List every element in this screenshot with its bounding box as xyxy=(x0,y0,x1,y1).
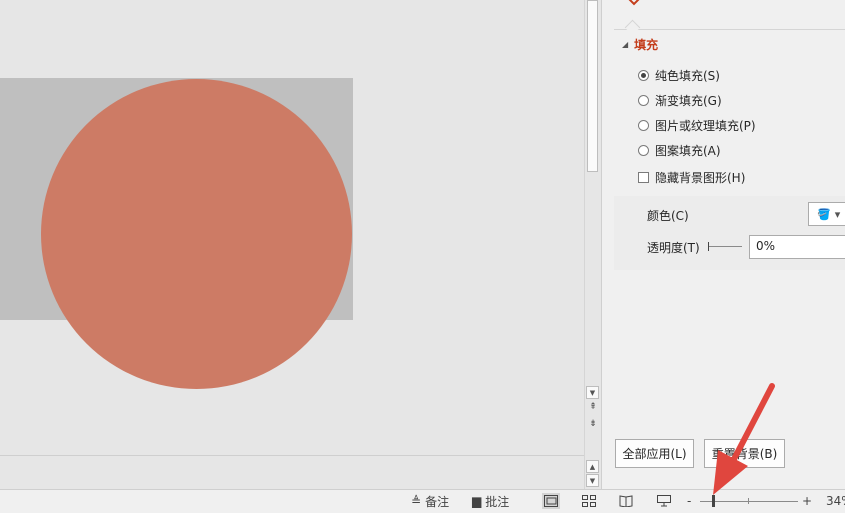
chevron-down-icon: ▾ xyxy=(834,207,841,221)
collapse-triangle-icon: ◢ xyxy=(622,40,629,49)
apply-to-all-button[interactable]: 全部应用(L) xyxy=(615,439,694,468)
transparency-slider[interactable] xyxy=(708,246,742,247)
slide-sorter-view-button[interactable] xyxy=(580,493,598,509)
slide-sorter-icon xyxy=(582,495,596,507)
fill-section-title: 填充 xyxy=(634,38,659,52)
slide-canvas-area[interactable] xyxy=(0,0,584,455)
vertical-scrollbar[interactable]: ▼ ⇞ ⇟ ▲ ▼ xyxy=(584,0,601,489)
scrollbar-thumb[interactable] xyxy=(587,0,598,172)
reading-view-icon xyxy=(619,495,633,507)
fill-bucket-tab-icon[interactable] xyxy=(622,0,646,12)
zoom-level-text: 34% xyxy=(826,494,845,508)
fill-option-label: 图案填充(A) xyxy=(655,144,721,158)
zoom-plus-label: + xyxy=(802,494,813,508)
zoom-level[interactable]: 34% xyxy=(826,492,845,510)
previous-slide-icon[interactable]: ⇞ xyxy=(587,400,599,414)
comments-label: 批注 xyxy=(485,494,510,509)
paint-bucket-icon: 🪣 xyxy=(817,207,831,221)
fill-option-picture[interactable]: 图片或纹理填充(P) xyxy=(638,117,756,134)
status-bar: ≜ 备注 ▆ 批注 - + 34% xyxy=(0,489,845,513)
hide-bg-graphics-checkbox[interactable] xyxy=(638,172,649,183)
comments-toggle-button[interactable]: ▆ 批注 xyxy=(472,492,509,510)
scroll-down-button[interactable]: ▼ xyxy=(586,386,599,399)
hide-background-graphics[interactable]: 隐藏背景图形(H) xyxy=(638,169,745,186)
notes-scroll-up-button[interactable]: ▲ xyxy=(586,460,599,473)
zoom-minus-label: - xyxy=(687,494,692,508)
slideshow-icon xyxy=(657,495,671,507)
notes-scroll-down-button[interactable]: ▼ xyxy=(586,474,599,487)
radio-pattern-fill[interactable] xyxy=(638,145,649,156)
fill-option-label: 纯色填充(S) xyxy=(655,69,720,83)
fill-option-label: 渐变填充(G) xyxy=(655,94,722,108)
transparency-slider-thumb[interactable] xyxy=(708,242,709,251)
circle-shape[interactable] xyxy=(41,79,352,389)
notes-label: 备注 xyxy=(425,494,450,509)
normal-view-icon xyxy=(544,495,558,507)
slideshow-view-button[interactable] xyxy=(655,493,673,509)
comment-icon: ▆ xyxy=(472,494,482,508)
format-background-pane: ◢ 填充 纯色填充(S) 渐变填充(G) 图片或纹理填充(P) 图案填充(A) … xyxy=(601,0,845,489)
hide-bg-graphics-label: 隐藏背景图形(H) xyxy=(655,171,746,185)
fill-option-gradient[interactable]: 渐变填充(G) xyxy=(638,92,722,109)
fill-option-pattern[interactable]: 图案填充(A) xyxy=(638,142,721,159)
color-label: 颜色(C) xyxy=(647,209,689,223)
radio-picture-fill[interactable] xyxy=(638,120,649,131)
zoom-in-button[interactable]: + xyxy=(802,492,812,510)
color-picker-button[interactable]: 🪣 ▾ xyxy=(808,202,845,226)
fill-option-solid[interactable]: 纯色填充(S) xyxy=(638,67,720,84)
notes-toggle-button[interactable]: ≜ 备注 xyxy=(411,492,449,510)
pane-tab-separator xyxy=(614,29,845,30)
zoom-slider-center-mark xyxy=(748,498,749,504)
reset-background-button[interactable]: 重置背景(B) xyxy=(704,439,785,468)
notes-icon: ≜ xyxy=(411,494,422,508)
fill-option-label: 图片或纹理填充(P) xyxy=(655,119,756,133)
transparency-input[interactable]: 0% xyxy=(749,235,845,259)
normal-view-button[interactable] xyxy=(542,493,560,509)
fill-section-header[interactable]: ◢ 填充 xyxy=(622,36,658,53)
next-slide-icon[interactable]: ⇟ xyxy=(587,417,599,431)
zoom-slider-thumb[interactable] xyxy=(712,495,715,507)
radio-solid-fill[interactable] xyxy=(638,70,649,81)
notes-area[interactable] xyxy=(0,455,584,490)
reading-view-button[interactable] xyxy=(617,493,635,509)
transparency-label: 透明度(T) xyxy=(647,241,700,255)
zoom-out-button[interactable]: - xyxy=(687,492,691,510)
radio-gradient-fill[interactable] xyxy=(638,95,649,106)
pane-tab-notch xyxy=(624,19,641,36)
